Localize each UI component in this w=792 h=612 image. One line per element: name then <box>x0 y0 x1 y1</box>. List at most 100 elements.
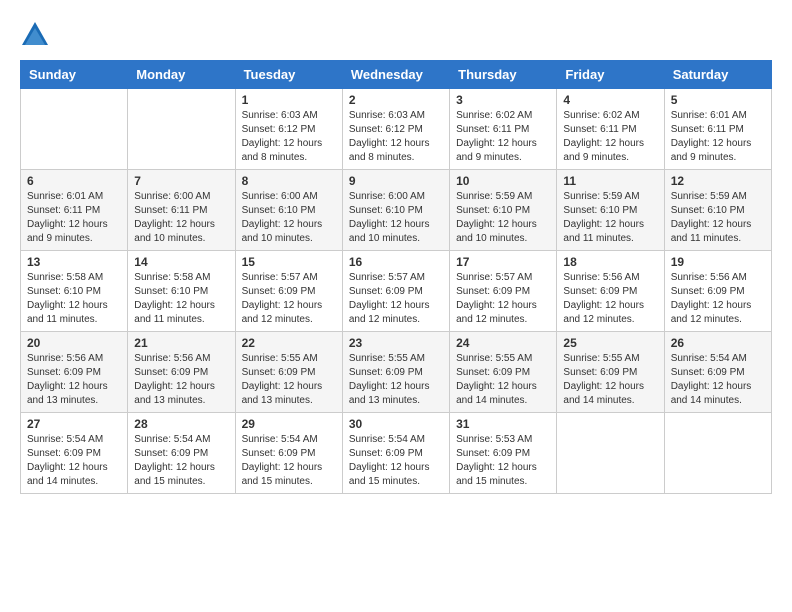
day-cell: 15 Sunrise: 5:57 AM Sunset: 6:09 PM Dayli… <box>235 251 342 332</box>
day-number: 27 <box>27 417 121 431</box>
day-number: 8 <box>242 174 336 188</box>
day-info: Sunrise: 5:54 AM Sunset: 6:09 PM Dayligh… <box>349 433 443 489</box>
day-number: 3 <box>456 93 550 107</box>
day-info: Sunrise: 5:56 AM Sunset: 6:09 PM Dayligh… <box>27 352 121 408</box>
day-cell: 23 Sunrise: 5:55 AM Sunset: 6:09 PM Dayli… <box>342 332 449 413</box>
column-header-tuesday: Tuesday <box>235 61 342 89</box>
day-cell <box>557 413 664 494</box>
day-cell: 2 Sunrise: 6:03 AM Sunset: 6:12 PM Daylig… <box>342 89 449 170</box>
logo <box>20 20 54 50</box>
day-cell: 20 Sunrise: 5:56 AM Sunset: 6:09 PM Dayli… <box>21 332 128 413</box>
day-info: Sunrise: 5:55 AM Sunset: 6:09 PM Dayligh… <box>563 352 657 408</box>
day-cell: 6 Sunrise: 6:01 AM Sunset: 6:11 PM Daylig… <box>21 170 128 251</box>
column-header-monday: Monday <box>128 61 235 89</box>
day-number: 26 <box>671 336 765 350</box>
day-info: Sunrise: 6:01 AM Sunset: 6:11 PM Dayligh… <box>27 190 121 246</box>
day-info: Sunrise: 5:53 AM Sunset: 6:09 PM Dayligh… <box>456 433 550 489</box>
day-cell: 4 Sunrise: 6:02 AM Sunset: 6:11 PM Daylig… <box>557 89 664 170</box>
day-number: 7 <box>134 174 228 188</box>
day-info: Sunrise: 6:00 AM Sunset: 6:11 PM Dayligh… <box>134 190 228 246</box>
day-cell: 7 Sunrise: 6:00 AM Sunset: 6:11 PM Daylig… <box>128 170 235 251</box>
day-number: 1 <box>242 93 336 107</box>
day-cell: 26 Sunrise: 5:54 AM Sunset: 6:09 PM Dayli… <box>664 332 771 413</box>
column-header-saturday: Saturday <box>664 61 771 89</box>
day-info: Sunrise: 6:02 AM Sunset: 6:11 PM Dayligh… <box>456 109 550 165</box>
calendar: SundayMondayTuesdayWednesdayThursdayFrid… <box>20 60 772 494</box>
day-info: Sunrise: 5:54 AM Sunset: 6:09 PM Dayligh… <box>134 433 228 489</box>
day-cell: 25 Sunrise: 5:55 AM Sunset: 6:09 PM Dayli… <box>557 332 664 413</box>
day-cell: 24 Sunrise: 5:55 AM Sunset: 6:09 PM Dayli… <box>450 332 557 413</box>
day-cell: 3 Sunrise: 6:02 AM Sunset: 6:11 PM Daylig… <box>450 89 557 170</box>
day-cell: 16Sunrise: 5:57 AM Sunset: 6:09 PM Dayli… <box>342 251 449 332</box>
day-cell: 13 Sunrise: 5:58 AM Sunset: 6:10 PM Dayli… <box>21 251 128 332</box>
day-number: 20 <box>27 336 121 350</box>
day-info: Sunrise: 5:57 AM Sunset: 6:09 PM Dayligh… <box>242 271 336 327</box>
day-cell: 1 Sunrise: 6:03 AM Sunset: 6:12 PM Daylig… <box>235 89 342 170</box>
week-row-5: 27 Sunrise: 5:54 AM Sunset: 6:09 PM Dayli… <box>21 413 772 494</box>
day-cell: 11 Sunrise: 5:59 AM Sunset: 6:10 PM Dayli… <box>557 170 664 251</box>
day-number: 4 <box>563 93 657 107</box>
day-cell: 30 Sunrise: 5:54 AM Sunset: 6:09 PM Dayli… <box>342 413 449 494</box>
day-number: 10 <box>456 174 550 188</box>
day-info: Sunrise: 5:56 AM Sunset: 6:09 PM Dayligh… <box>563 271 657 327</box>
day-cell: 31 Sunrise: 5:53 AM Sunset: 6:09 PM Dayli… <box>450 413 557 494</box>
day-number: 29 <box>242 417 336 431</box>
column-header-thursday: Thursday <box>450 61 557 89</box>
day-info: Sunrise: 5:55 AM Sunset: 6:09 PM Dayligh… <box>456 352 550 408</box>
day-info: Sunrise: 5:54 AM Sunset: 6:09 PM Dayligh… <box>671 352 765 408</box>
day-number: 22 <box>242 336 336 350</box>
day-cell: 28 Sunrise: 5:54 AM Sunset: 6:09 PM Dayli… <box>128 413 235 494</box>
day-info: Sunrise: 5:58 AM Sunset: 6:10 PM Dayligh… <box>134 271 228 327</box>
page-header <box>20 20 772 50</box>
day-cell: 17Sunrise: 5:57 AM Sunset: 6:09 PM Dayli… <box>450 251 557 332</box>
day-number: 2 <box>349 93 443 107</box>
day-number: 18 <box>563 255 657 269</box>
logo-icon <box>20 20 50 50</box>
day-cell: 12 Sunrise: 5:59 AM Sunset: 6:10 PM Dayli… <box>664 170 771 251</box>
day-info: Sunrise: 5:54 AM Sunset: 6:09 PM Dayligh… <box>27 433 121 489</box>
day-number: 31 <box>456 417 550 431</box>
day-info: Sunrise: 6:00 AM Sunset: 6:10 PM Dayligh… <box>242 190 336 246</box>
week-row-2: 6 Sunrise: 6:01 AM Sunset: 6:11 PM Daylig… <box>21 170 772 251</box>
day-number: 15 <box>242 255 336 269</box>
day-info: Sunrise: 6:03 AM Sunset: 6:12 PM Dayligh… <box>349 109 443 165</box>
day-cell: 18 Sunrise: 5:56 AM Sunset: 6:09 PM Dayli… <box>557 251 664 332</box>
day-info: Sunrise: 5:57 AM Sunset: 6:09 PM Dayligh… <box>456 271 550 327</box>
day-cell: 9 Sunrise: 6:00 AM Sunset: 6:10 PM Daylig… <box>342 170 449 251</box>
day-number: 12 <box>671 174 765 188</box>
day-info: Sunrise: 6:01 AM Sunset: 6:11 PM Dayligh… <box>671 109 765 165</box>
day-cell <box>21 89 128 170</box>
week-row-1: 1 Sunrise: 6:03 AM Sunset: 6:12 PM Daylig… <box>21 89 772 170</box>
day-cell: 14Sunrise: 5:58 AM Sunset: 6:10 PM Dayli… <box>128 251 235 332</box>
day-cell: 29 Sunrise: 5:54 AM Sunset: 6:09 PM Dayli… <box>235 413 342 494</box>
day-number: 9 <box>349 174 443 188</box>
column-header-wednesday: Wednesday <box>342 61 449 89</box>
day-info: Sunrise: 5:59 AM Sunset: 6:10 PM Dayligh… <box>563 190 657 246</box>
day-cell: 27 Sunrise: 5:54 AM Sunset: 6:09 PM Dayli… <box>21 413 128 494</box>
day-info: Sunrise: 5:56 AM Sunset: 6:09 PM Dayligh… <box>134 352 228 408</box>
day-number: 28 <box>134 417 228 431</box>
day-info: Sunrise: 5:55 AM Sunset: 6:09 PM Dayligh… <box>349 352 443 408</box>
day-number: 30 <box>349 417 443 431</box>
day-number: 13 <box>27 255 121 269</box>
day-info: Sunrise: 6:02 AM Sunset: 6:11 PM Dayligh… <box>563 109 657 165</box>
column-header-friday: Friday <box>557 61 664 89</box>
day-info: Sunrise: 5:54 AM Sunset: 6:09 PM Dayligh… <box>242 433 336 489</box>
day-number: 11 <box>563 174 657 188</box>
day-number: 6 <box>27 174 121 188</box>
day-info: Sunrise: 5:57 AM Sunset: 6:09 PM Dayligh… <box>349 271 443 327</box>
day-info: Sunrise: 5:58 AM Sunset: 6:10 PM Dayligh… <box>27 271 121 327</box>
day-number: 25 <box>563 336 657 350</box>
week-row-4: 20 Sunrise: 5:56 AM Sunset: 6:09 PM Dayli… <box>21 332 772 413</box>
day-cell: 19Sunrise: 5:56 AM Sunset: 6:09 PM Dayli… <box>664 251 771 332</box>
day-cell <box>128 89 235 170</box>
day-number: 24 <box>456 336 550 350</box>
day-cell: 10Sunrise: 5:59 AM Sunset: 6:10 PM Dayli… <box>450 170 557 251</box>
day-info: Sunrise: 6:00 AM Sunset: 6:10 PM Dayligh… <box>349 190 443 246</box>
day-cell: 5 Sunrise: 6:01 AM Sunset: 6:11 PM Daylig… <box>664 89 771 170</box>
day-number: 5 <box>671 93 765 107</box>
day-number: 23 <box>349 336 443 350</box>
day-cell: 21Sunrise: 5:56 AM Sunset: 6:09 PM Dayli… <box>128 332 235 413</box>
day-info: Sunrise: 5:59 AM Sunset: 6:10 PM Dayligh… <box>671 190 765 246</box>
day-info: Sunrise: 6:03 AM Sunset: 6:12 PM Dayligh… <box>242 109 336 165</box>
